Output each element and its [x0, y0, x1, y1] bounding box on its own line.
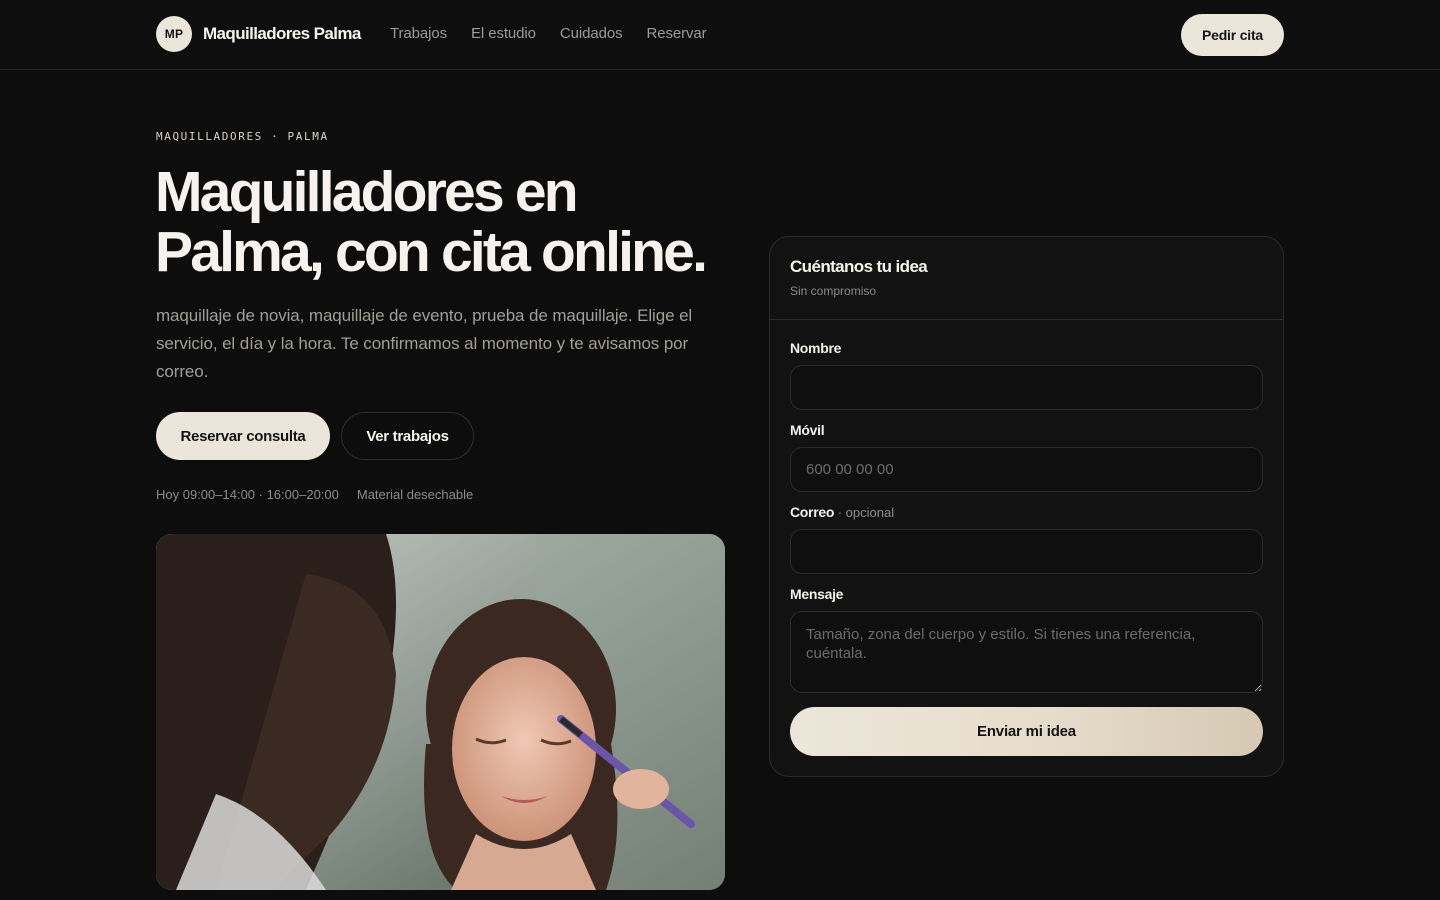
- submit-idea-button[interactable]: Enviar mi idea: [790, 707, 1263, 756]
- brand-name[interactable]: Maquilladores Palma: [203, 24, 361, 44]
- form-subtitle: Sin compromiso: [790, 284, 877, 298]
- hero-meta: Hoy 09:00–14:00 · 16:00–20:00 Material d…: [156, 487, 473, 502]
- hero-title: Maquilladores en Palma, con cita online.: [155, 162, 755, 282]
- brand[interactable]: MP Maquilladores Palma: [156, 16, 361, 52]
- name-label: Nombre: [790, 340, 842, 356]
- email-optional-note: · opcional: [834, 505, 895, 520]
- idea-form: Cuéntanos tu idea Sin compromiso Nombre …: [769, 236, 1284, 777]
- email-input[interactable]: [790, 529, 1263, 574]
- phone-label: Móvil: [790, 422, 825, 438]
- phone-input[interactable]: [790, 447, 1263, 492]
- form-header: Cuéntanos tu idea Sin compromiso: [770, 237, 1283, 320]
- top-bar: MP Maquilladores Palma Trabajos El estud…: [0, 0, 1440, 70]
- hero-title-line-1: Maquilladores en: [155, 160, 579, 224]
- hero-photo: [156, 534, 725, 890]
- form-title: Cuéntanos tu idea: [790, 257, 928, 276]
- name-input[interactable]: [790, 365, 1263, 410]
- message-label: Mensaje: [790, 586, 844, 602]
- message-textarea[interactable]: [790, 611, 1263, 693]
- nav-link-reservar[interactable]: Reservar: [646, 25, 706, 42]
- nav-link-cuidados[interactable]: Cuidados: [560, 25, 623, 42]
- email-label-text: Correo: [790, 504, 835, 520]
- feature-note: Material desechable: [356, 487, 474, 502]
- brand-logo[interactable]: MP: [156, 16, 192, 52]
- opening-hours: Hoy 09:00–14:00 · 16:00–20:00: [156, 487, 339, 502]
- reservar-consulta-button[interactable]: Reservar consulta: [156, 412, 330, 460]
- email-label: Correo · opcional: [790, 504, 894, 520]
- nav-link-trabajos[interactable]: Trabajos: [390, 25, 447, 42]
- hero-eyebrow: MAQUILLADORES · PALMA: [156, 130, 329, 143]
- ver-trabajos-button[interactable]: Ver trabajos: [341, 412, 474, 460]
- nav-link-el-estudio[interactable]: El estudio: [471, 25, 536, 42]
- hero-title-line-2: Palma, con cita online.: [155, 220, 708, 284]
- hero-description: maquillaje de novia, maquillaje de event…: [156, 306, 693, 381]
- pedir-cita-button[interactable]: Pedir cita: [1181, 14, 1284, 56]
- main-nav: Trabajos El estudio Cuidados Reservar: [390, 25, 707, 42]
